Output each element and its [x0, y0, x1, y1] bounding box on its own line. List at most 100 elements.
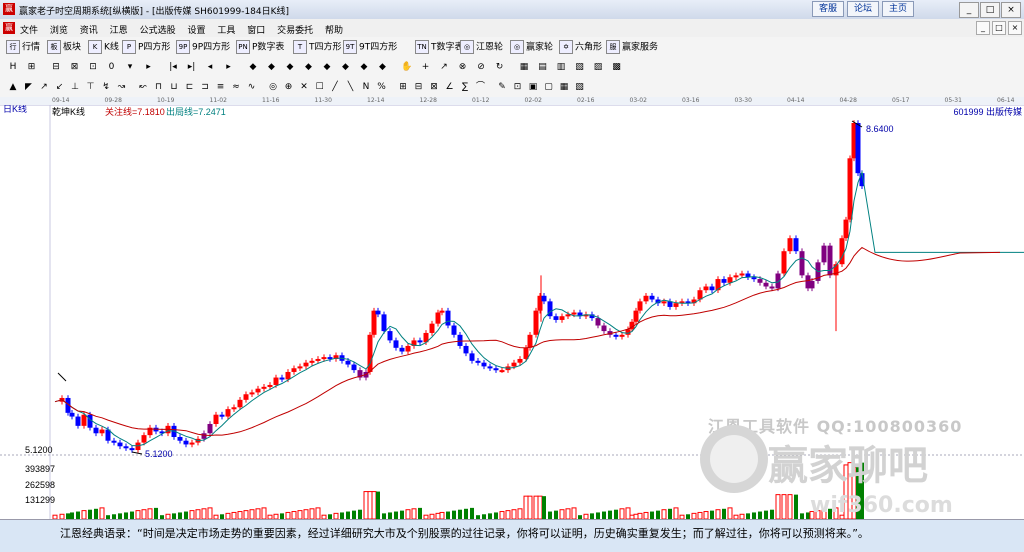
tool-icon-5[interactable]: ⊤	[84, 80, 98, 94]
tool-icon-26[interactable]: ▦	[517, 60, 531, 74]
toolbar-item-6[interactable]: T T四方形	[293, 40, 342, 54]
tool-icon-12[interactable]: ◆	[246, 60, 260, 74]
toolbar-item-4[interactable]: 9P 9P四方形	[176, 40, 230, 54]
tool-icon-0[interactable]: ▲	[6, 80, 20, 94]
tool-icon-17[interactable]: ◆	[339, 60, 353, 74]
link-service[interactable]: 客服	[812, 1, 844, 17]
mdi-restore-button[interactable]: □	[992, 21, 1006, 35]
menu-browse[interactable]: 浏览	[50, 26, 68, 36]
toolbar-item-9[interactable]: ◎ 江恩轮	[460, 40, 503, 54]
tool-icon-23[interactable]: ⊗	[456, 60, 470, 74]
toolbar-item-0[interactable]: 行行情	[6, 40, 40, 54]
mdi-minimize-button[interactable]: _	[976, 21, 990, 35]
link-home[interactable]: 主页	[882, 1, 914, 17]
menu-tools[interactable]: 工具	[217, 26, 235, 36]
toolbar-item-2[interactable]: K K线	[88, 40, 119, 54]
tool-icon-18[interactable]: ◆	[357, 60, 371, 74]
tool-icon-5[interactable]: 0	[105, 60, 119, 74]
toolbar-item-11[interactable]: ✡ 六角形	[559, 40, 602, 54]
tool-icon-20[interactable]: ✋	[400, 60, 414, 74]
tool-icon-13[interactable]: ≡	[214, 80, 228, 94]
tool-icon-35[interactable]: ▧	[573, 80, 587, 94]
tool-icon-21[interactable]: ╲	[344, 80, 358, 94]
tool-icon-11[interactable]: ▸	[222, 60, 236, 74]
tool-icon-28[interactable]: ∑	[458, 80, 472, 94]
menu-settings[interactable]: 设置	[187, 26, 205, 36]
maximize-button[interactable]: □	[980, 2, 1000, 18]
toolbar-item-8[interactable]: TN T数字表	[415, 40, 464, 54]
tool-icon-8[interactable]: ↜	[136, 80, 150, 94]
tool-icon-19[interactable]: ☐	[313, 80, 327, 94]
tool-icon-25[interactable]: ↻	[493, 60, 507, 74]
tool-icon-22[interactable]: N	[359, 80, 373, 94]
tool-icon-21[interactable]: +	[419, 60, 433, 74]
tool-icon-11[interactable]: ⊏	[183, 80, 197, 94]
tool-icon-6[interactable]: ▾	[123, 60, 137, 74]
tool-icon-2[interactable]: ⊟	[49, 60, 63, 74]
toolbar-item-12[interactable]: 服赢家服务	[606, 40, 658, 54]
tool-icon-18[interactable]: ✕	[297, 80, 311, 94]
tool-icon-7[interactable]: ↝	[115, 80, 129, 94]
tool-icon-19[interactable]: ◆	[376, 60, 390, 74]
tool-icon-30[interactable]: ✎	[495, 80, 509, 94]
menu-file[interactable]: 文件	[20, 26, 38, 36]
tool-icon-3[interactable]: ⊠	[68, 60, 82, 74]
toolbar-item-1[interactable]: 板板块	[47, 40, 81, 54]
minimize-button[interactable]: _	[959, 2, 979, 18]
tool-icon-10[interactable]: ⊔	[167, 80, 181, 94]
tool-icon-1[interactable]: ◤	[22, 80, 36, 94]
tool-icon-7[interactable]: ▸	[142, 60, 156, 74]
tool-icon-10[interactable]: ◂	[203, 60, 217, 74]
tool-icon-29[interactable]: ⌒	[474, 80, 488, 94]
tool-icon-14[interactable]: ◆	[283, 60, 297, 74]
tool-icon-32[interactable]: ▣	[526, 80, 540, 94]
tool-icon-4[interactable]: ⊡	[86, 60, 100, 74]
tool-icon-12[interactable]: ⊐	[198, 80, 212, 94]
tool-icon-9[interactable]: ▸|	[185, 60, 199, 74]
toolbar-item-10[interactable]: ◎ 赢家轮	[510, 40, 553, 54]
tool-icon-27[interactable]: ∠	[443, 80, 457, 94]
tool-icon-4[interactable]: ⊥	[68, 80, 82, 94]
tool-icon-22[interactable]: ↗	[437, 60, 451, 74]
tool-icon-8[interactable]: |◂	[166, 60, 180, 74]
toolbar-item-3[interactable]: P P四方形	[122, 40, 170, 54]
tool-icon-23[interactable]: %	[375, 80, 389, 94]
tool-icon-16[interactable]: ◆	[320, 60, 334, 74]
tool-icon-34[interactable]: ▦	[557, 80, 571, 94]
link-forum[interactable]: 论坛	[847, 1, 879, 17]
tool-icon-33[interactable]: ▢	[542, 80, 556, 94]
menu-formula[interactable]: 公式选股	[140, 26, 176, 36]
toolbar-item-5[interactable]: PN P数字表	[236, 40, 284, 54]
tool-icon-1[interactable]: ⊞	[25, 60, 39, 74]
tool-icon-25[interactable]: ⊟	[412, 80, 426, 94]
tool-icon-24[interactable]: ⊞	[396, 80, 410, 94]
tool-icon-9[interactable]: ⊓	[152, 80, 166, 94]
tool-icon-13[interactable]: ◆	[265, 60, 279, 74]
tool-icon-31[interactable]: ⊡	[511, 80, 525, 94]
tool-icon-16[interactable]: ◎	[266, 80, 280, 94]
tool-icon-17[interactable]: ⊕	[282, 80, 296, 94]
tool-icon-20[interactable]: ╱	[328, 80, 342, 94]
tool-icon-3[interactable]: ↙	[53, 80, 67, 94]
tool-icon-30[interactable]: ▨	[591, 60, 605, 74]
tool-icon-29[interactable]: ▧	[573, 60, 587, 74]
menu-help[interactable]: 帮助	[325, 26, 343, 36]
tool-icon-26[interactable]: ⊠	[427, 80, 441, 94]
tool-icon-24[interactable]: ⊘	[474, 60, 488, 74]
menu-info[interactable]: 资讯	[80, 26, 98, 36]
menu-trade[interactable]: 交易委托	[277, 26, 313, 36]
toolbar-item-7[interactable]: 9T 9T四方形	[343, 40, 397, 54]
tool-icon-6[interactable]: ↯	[99, 80, 113, 94]
tool-icon-15[interactable]: ∿	[245, 80, 259, 94]
tool-icon-31[interactable]: ▩	[610, 60, 624, 74]
close-button[interactable]: ×	[1001, 2, 1021, 18]
menu-gann[interactable]: 江恩	[110, 26, 128, 36]
menu-window[interactable]: 窗口	[247, 26, 265, 36]
tool-icon-15[interactable]: ◆	[302, 60, 316, 74]
tool-icon-2[interactable]: ↗	[37, 80, 51, 94]
mdi-close-button[interactable]: ×	[1008, 21, 1022, 35]
tool-icon-14[interactable]: ≈	[229, 80, 243, 94]
tool-icon-0[interactable]: H	[6, 60, 20, 74]
tool-icon-28[interactable]: ▥	[554, 60, 568, 74]
tool-icon-27[interactable]: ▤	[536, 60, 550, 74]
